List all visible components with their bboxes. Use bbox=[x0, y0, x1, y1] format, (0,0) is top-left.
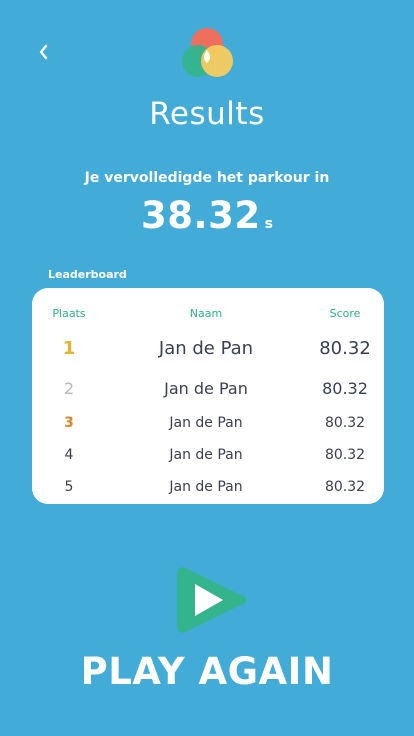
leaderboard-label: Leaderboard bbox=[48, 268, 127, 281]
colored-circles-logo-icon bbox=[182, 28, 233, 77]
chevron-left-icon bbox=[39, 44, 48, 60]
player-name-2: Jan de Pan bbox=[164, 379, 248, 398]
player-score-1: 80.32 bbox=[319, 338, 371, 359]
play-button[interactable] bbox=[173, 560, 251, 640]
back-button[interactable] bbox=[36, 40, 52, 64]
rank-5: 5 bbox=[64, 479, 74, 495]
app-logo bbox=[178, 24, 236, 82]
player-name-1: Jan de Pan bbox=[158, 338, 254, 359]
rank-4: 4 bbox=[64, 447, 74, 463]
leaderboard-row-2: 2 Jan de Pan 80.32 bbox=[32, 377, 384, 401]
result-subtitle: Je vervolledigde het parkour in bbox=[84, 170, 330, 186]
column-header-name: Naam bbox=[189, 307, 223, 320]
column-header-score: Score bbox=[329, 307, 361, 320]
player-score-5: 80.32 bbox=[324, 479, 366, 495]
play-again-button[interactable]: PLAY AGAIN bbox=[0, 650, 414, 693]
player-score-4: 80.32 bbox=[324, 447, 366, 463]
column-header-rank: Plaats bbox=[52, 307, 86, 320]
leaderboard-row-1: 1 Jan de Pan 80.32 bbox=[32, 337, 384, 361]
leaderboard-row-5: 5 Jan de Pan 80.32 bbox=[32, 475, 384, 499]
player-name-4: Jan de Pan bbox=[169, 447, 243, 463]
rank-2: 2 bbox=[63, 379, 75, 398]
page-title: Results bbox=[149, 96, 265, 132]
player-score-2: 80.32 bbox=[322, 379, 368, 398]
leaderboard-card: Plaats Naam Score 1 Jan de Pan 80.32 2 J… bbox=[32, 288, 384, 504]
play-icon bbox=[177, 567, 247, 633]
leaderboard-header-row: Plaats Naam Score bbox=[32, 302, 384, 326]
rank-1: 1 bbox=[62, 338, 76, 359]
rank-3: 3 bbox=[64, 415, 74, 431]
time-unit: s bbox=[264, 216, 273, 232]
player-name-5: Jan de Pan bbox=[169, 479, 243, 495]
result-time: 38.32 s bbox=[0, 194, 414, 237]
time-value: 38.32 bbox=[141, 194, 261, 237]
leaderboard-row-4: 4 Jan de Pan 80.32 bbox=[32, 443, 384, 467]
player-name-3: Jan de Pan bbox=[169, 415, 243, 431]
leaderboard-row-3: 3 Jan de Pan 80.32 bbox=[32, 411, 384, 435]
player-score-3: 80.32 bbox=[324, 415, 366, 431]
